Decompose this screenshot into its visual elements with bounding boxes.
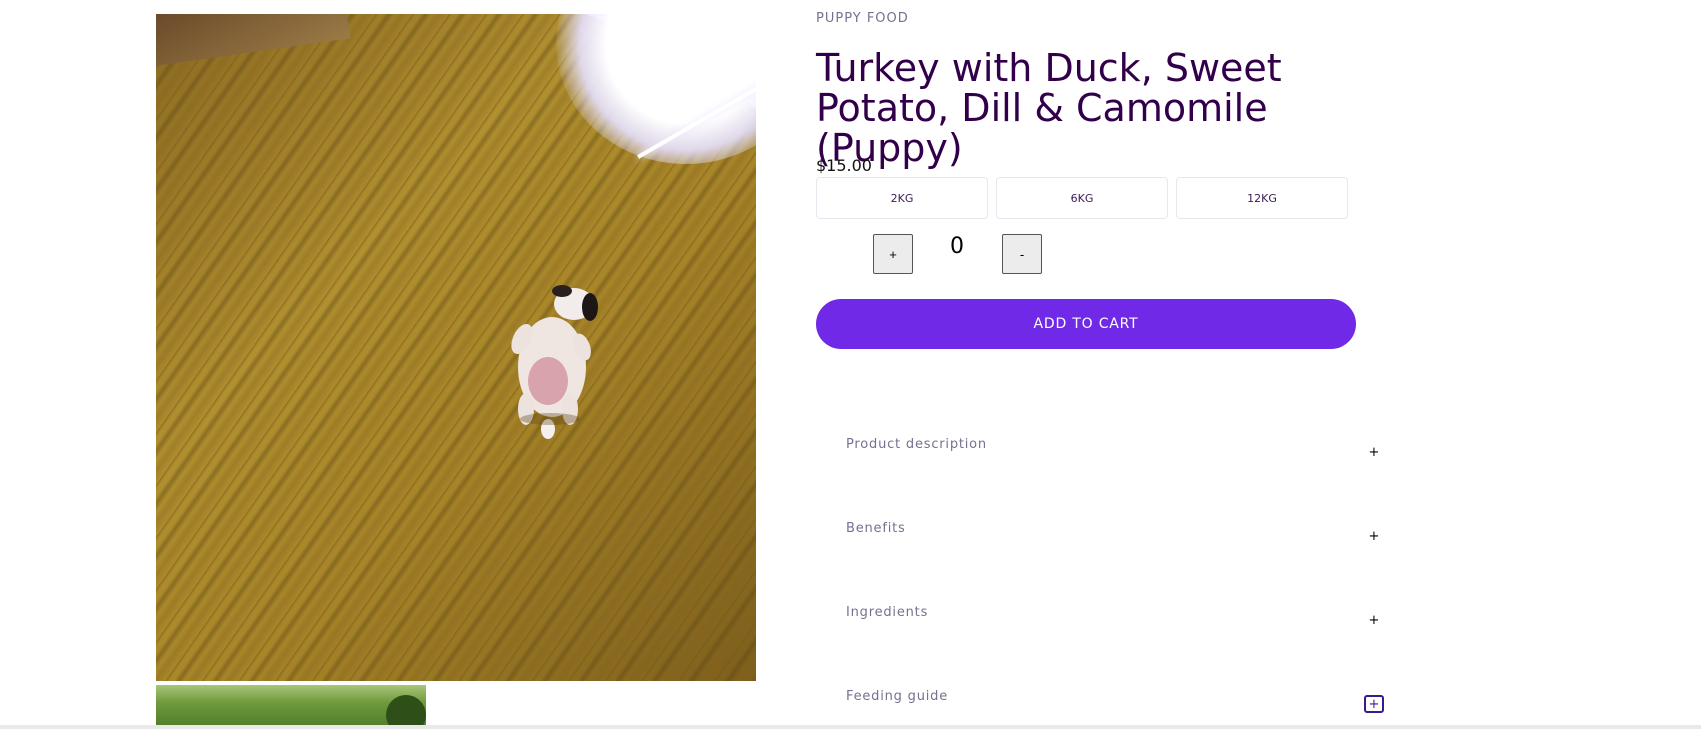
- accordion-product-description[interactable]: Product description +: [816, 437, 1386, 497]
- bottom-divider: [0, 725, 1701, 729]
- product-main-image[interactable]: [156, 14, 756, 681]
- plus-icon[interactable]: +: [1364, 611, 1384, 629]
- accordion-label: Benefits: [846, 521, 906, 536]
- product-page: PUPPY FOOD Turkey with Duck, Sweet Potat…: [0, 0, 1701, 729]
- variant-option-12kg[interactable]: 12KG: [1176, 177, 1348, 219]
- quantity-value: 0: [950, 234, 964, 259]
- plus-icon[interactable]: +: [1364, 695, 1384, 713]
- variant-option-2kg[interactable]: 2KG: [816, 177, 988, 219]
- size-variant-selector: 2KG 6KG 12KG: [816, 177, 1348, 219]
- image-wall-corner: [156, 14, 351, 69]
- accordion-label: Ingredients: [846, 605, 929, 620]
- product-category[interactable]: PUPPY FOOD: [816, 11, 909, 26]
- image-light-glare: [556, 14, 756, 164]
- accordion-ingredients[interactable]: Ingredients +: [816, 605, 1386, 665]
- add-to-cart-button[interactable]: ADD TO CART: [816, 299, 1356, 349]
- thumbnail-foliage: [386, 695, 426, 729]
- variant-option-6kg[interactable]: 6KG: [996, 177, 1168, 219]
- quantity-increase-button[interactable]: +: [873, 234, 913, 274]
- accordion-label: Feeding guide: [846, 689, 949, 704]
- quantity-decrease-button[interactable]: -: [1002, 234, 1042, 274]
- puppy-illustration: [511, 285, 598, 439]
- accordion-label: Product description: [846, 437, 987, 452]
- product-title: Turkey with Duck, Sweet Potato, Dill & C…: [816, 46, 1282, 170]
- accordion-benefits[interactable]: Benefits +: [816, 521, 1386, 581]
- product-thumbnail[interactable]: [156, 685, 426, 729]
- accordion-feeding-guide[interactable]: Feeding guide +: [816, 689, 1386, 729]
- plus-icon[interactable]: +: [1364, 527, 1384, 545]
- plus-icon[interactable]: +: [1364, 443, 1384, 461]
- product-price: $15.00: [816, 156, 872, 175]
